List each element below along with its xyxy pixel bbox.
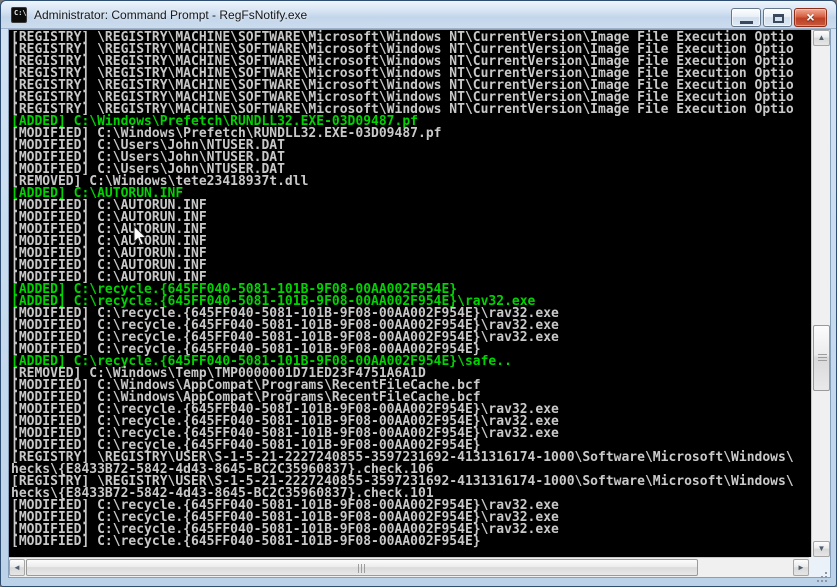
scroll-down-button[interactable]: ▼ [813,541,830,557]
close-button[interactable]: × [794,8,827,27]
resize-grip-icon [825,572,827,574]
cmd-icon: C:\ [11,7,27,23]
console-output: [REGISTRY] \REGISTRY\MACHINE\SOFTWARE\Mi… [9,30,809,557]
vertical-scrollbar[interactable]: ▲ ▼ [811,30,830,557]
close-icon: × [795,9,826,25]
horizontal-scrollbar[interactable]: ◄ ► [9,557,809,577]
minimize-button[interactable] [731,8,761,27]
thumb-grip-icon [818,354,827,362]
scroll-right-button[interactable]: ► [793,559,809,576]
scroll-up-button[interactable]: ▲ [813,30,830,46]
vertical-scrollbar-thumb[interactable] [813,325,830,391]
console-line: [MODIFIED] C:\recycle.{645FF040-5081-101… [11,536,809,548]
maximize-icon [773,14,784,23]
resize-grip[interactable] [809,557,830,577]
title-bar[interactable]: C:\ Administrator: Command Prompt - RegF… [1,1,836,29]
console-client-area: [REGISTRY] \REGISTRY\MACHINE\SOFTWARE\Mi… [8,29,831,578]
scroll-left-button[interactable]: ◄ [9,559,25,576]
window-title: Administrator: Command Prompt - RegFsNot… [34,8,307,22]
mouse-cursor-icon [133,225,147,247]
thumb-grip-icon [358,564,366,573]
horizontal-scrollbar-thumb[interactable] [26,559,698,576]
maximize-button[interactable] [763,8,792,27]
minimize-icon [740,21,753,24]
command-prompt-window: C:\ Administrator: Command Prompt - RegF… [0,0,837,587]
window-controls: × [729,8,827,27]
